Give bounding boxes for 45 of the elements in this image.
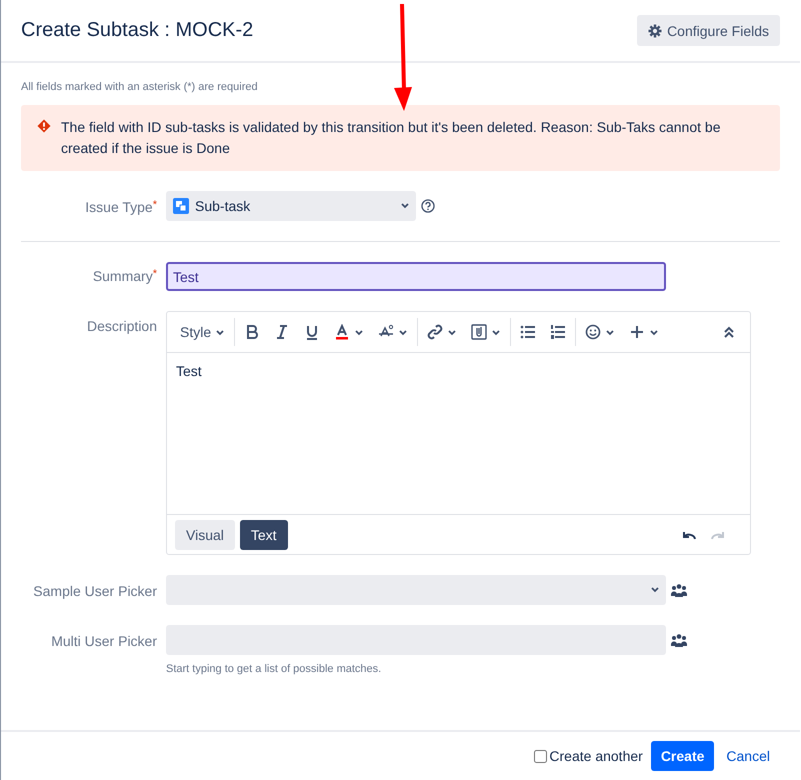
error-message: The field with ID sub-tasks is validated by this transition but it's been deleted. Reason: Sub-Taks cannot be created if the issue is Done <box>61 118 722 158</box>
emoji-icon <box>585 324 602 340</box>
bold-icon <box>244 324 260 340</box>
required-mark: * <box>152 268 157 280</box>
field-label: Multi User Picker <box>51 633 157 649</box>
cancel-link[interactable]: Cancel <box>726 748 770 764</box>
field-hint: Start typing to get a list of possible matches. <box>166 663 382 675</box>
chevron-down-icon <box>649 328 660 336</box>
dialog-title: Create Subtask : MOCK-2 <box>21 19 254 42</box>
issue-type-select[interactable]: Sub-task <box>166 191 416 221</box>
help-icon[interactable] <box>421 199 435 213</box>
users-icon[interactable] <box>671 583 687 597</box>
plus-icon <box>629 324 646 340</box>
chevron-down-icon <box>215 328 226 336</box>
chevron-down-icon <box>447 328 458 336</box>
gear-icon <box>648 24 662 38</box>
numbered-list-icon <box>550 324 566 340</box>
field-label: Description <box>86 318 157 334</box>
required-note: All fields marked with an asterisk (*) are required <box>21 81 259 93</box>
field-label: Sample User Picker <box>33 583 157 599</box>
summary-field[interactable]: Test <box>166 262 666 291</box>
chevron-down-icon <box>354 328 364 336</box>
required-mark: * <box>152 199 157 211</box>
editor-mode-tab[interactable]: Visual <box>175 520 235 550</box>
chevron-down-icon <box>398 328 408 336</box>
editor-mode-tab[interactable]: Text <box>240 520 288 550</box>
error-icon <box>37 119 51 133</box>
checkbox-label[interactable]: Create another <box>549 748 643 764</box>
configure-fields-button[interactable]: Configure Fields <box>637 15 780 46</box>
field-label: Summary <box>92 268 153 284</box>
editor-text-area[interactable]: Test <box>167 353 750 515</box>
bullet-list-icon <box>520 324 536 340</box>
chevron-down-icon <box>491 328 502 336</box>
subtask-icon <box>173 198 189 214</box>
chevron-down-icon <box>650 585 660 594</box>
create-button[interactable]: Create <box>650 741 714 771</box>
create-another-checkbox[interactable] <box>534 750 548 762</box>
attachment-icon <box>471 324 488 340</box>
chevron-down-icon <box>400 201 410 210</box>
users-icon[interactable] <box>671 633 687 647</box>
chevron-down-icon <box>605 328 616 336</box>
text-color-icon <box>334 324 350 340</box>
style-dropdown[interactable]: Style <box>173 318 232 346</box>
link-icon <box>427 324 444 340</box>
field-label: Issue Type <box>85 199 153 215</box>
